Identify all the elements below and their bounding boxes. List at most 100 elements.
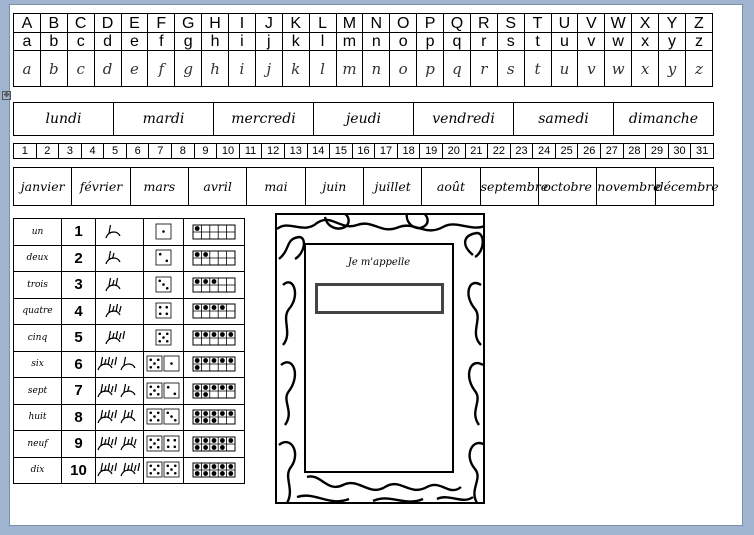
- counting-hand-icon: [105, 277, 121, 291]
- ten-frame-icon: [192, 250, 236, 266]
- card-title: Je m'appelle: [347, 257, 411, 268]
- date-cell: 4: [80, 143, 105, 159]
- lowercase-letter: a: [13, 32, 41, 51]
- counting-row: un 1: [13, 218, 245, 246]
- month-cell: décembre: [654, 167, 719, 206]
- date-cell: 11: [238, 143, 263, 159]
- number-word: dix: [13, 456, 62, 484]
- dice-face-icon: [155, 302, 171, 319]
- date-cell: 22: [487, 143, 511, 159]
- cursive-letter: t: [523, 50, 552, 87]
- dice-face-icon: [155, 329, 171, 346]
- day-cell: lundi: [13, 102, 114, 136]
- number-digit: 6: [61, 350, 96, 378]
- counting-row: dix 10: [13, 456, 245, 484]
- counting-row: neuf 9: [13, 430, 245, 458]
- uppercase-letter: Y: [658, 13, 686, 33]
- dice-face-icon: [146, 435, 179, 452]
- day-cell: samedi: [513, 102, 614, 136]
- lowercase-letter: l: [308, 32, 337, 51]
- uppercase-letter: C: [66, 13, 95, 33]
- uppercase-letter: J: [254, 13, 283, 33]
- date-cell: 21: [464, 143, 489, 159]
- month-cell: février: [71, 167, 131, 206]
- date-cell: 9: [193, 143, 218, 159]
- dice-cell: [143, 350, 184, 378]
- ten-frame-icon: [192, 224, 236, 240]
- ten-frame-icon: [192, 409, 236, 425]
- cursive-letter: q: [443, 50, 471, 87]
- date-cell: 2: [35, 143, 60, 159]
- cursive-letter: h: [201, 50, 229, 87]
- number-digit: 10: [61, 456, 96, 484]
- uppercase-letter: E: [120, 13, 149, 33]
- lowercase-letter: h: [201, 32, 229, 51]
- dice-face-icon: [146, 461, 179, 478]
- lowercase-letter: t: [523, 32, 552, 51]
- ten-frame-cell: [183, 297, 245, 325]
- hand-cell: [95, 403, 144, 431]
- counting-hand-icon: [97, 436, 137, 450]
- ten-frame-cell: [183, 430, 245, 458]
- hand-cell: [95, 324, 144, 352]
- date-cell: 23: [509, 143, 534, 159]
- number-word: sept: [13, 377, 62, 405]
- date-cell: 15: [329, 143, 353, 159]
- move-handle-icon[interactable]: ✥: [2, 91, 11, 100]
- cursive-letter: n: [362, 50, 391, 87]
- uppercase-letter: O: [389, 13, 418, 33]
- ten-frame-cell: [183, 456, 245, 484]
- lowercase-letter: r: [469, 32, 498, 51]
- uppercase-letter: Q: [443, 13, 471, 33]
- lowercase-letter: i: [228, 32, 256, 51]
- month-cell: août: [421, 167, 481, 206]
- counting-hand-icon: [97, 357, 136, 371]
- lowercase-letter: b: [39, 32, 68, 51]
- dice-cell: [143, 377, 184, 405]
- cursive-letter: x: [631, 50, 659, 87]
- date-cell: 24: [532, 143, 556, 159]
- uppercase-letter: D: [93, 13, 122, 33]
- hand-cell: [95, 244, 144, 272]
- uppercase-letter: T: [523, 13, 552, 33]
- ten-frame-cell: [183, 271, 245, 299]
- lowercase-letter: w: [604, 32, 633, 51]
- ten-frame-cell: [183, 218, 245, 246]
- cursive-letter: o: [389, 50, 418, 87]
- ten-frame-icon: [192, 462, 236, 478]
- cursive-letter: f: [147, 50, 176, 87]
- date-cell: 19: [419, 143, 443, 159]
- dice-face-icon: [155, 276, 171, 293]
- counting-hand-icon: [105, 224, 121, 238]
- month-cell: octobre: [537, 167, 598, 206]
- cursive-letter: r: [469, 50, 498, 87]
- number-digit: 9: [61, 430, 96, 458]
- cursive-letter: m: [335, 50, 364, 87]
- dice-face-icon: [155, 249, 171, 266]
- date-cell: 29: [645, 143, 669, 159]
- name-field[interactable]: [315, 283, 444, 314]
- lowercase-letter: m: [335, 32, 364, 51]
- lowercase-row: abcdefghijklmnopqrstuvwxyz: [13, 32, 714, 51]
- uppercase-row: ABCDEFGHIJKLMNOPQRSTUVWXYZ: [13, 13, 714, 33]
- ten-frame-icon: [192, 303, 236, 319]
- lowercase-letter: v: [577, 32, 606, 51]
- dice-cell: [143, 403, 184, 431]
- uppercase-letter: B: [39, 13, 68, 33]
- date-cell: 16: [351, 143, 376, 159]
- cursive-row: abcdefghijklmnopqrstuvwxyz: [13, 50, 714, 87]
- lowercase-letter: p: [416, 32, 444, 51]
- cursive-letter: s: [496, 50, 525, 87]
- dice-cell: [143, 456, 184, 484]
- dice-cell: [143, 324, 184, 352]
- lowercase-letter: x: [631, 32, 659, 51]
- counting-row: sept 7: [13, 377, 245, 405]
- counting-row: six 6: [13, 350, 245, 378]
- cursive-letter: y: [658, 50, 686, 87]
- ten-frame-icon: [192, 356, 236, 372]
- counting-hand-icon: [97, 463, 141, 477]
- number-digit: 2: [61, 244, 96, 272]
- ten-frame-icon: [192, 436, 236, 452]
- hand-cell: [95, 218, 144, 246]
- dice-face-icon: [146, 382, 179, 399]
